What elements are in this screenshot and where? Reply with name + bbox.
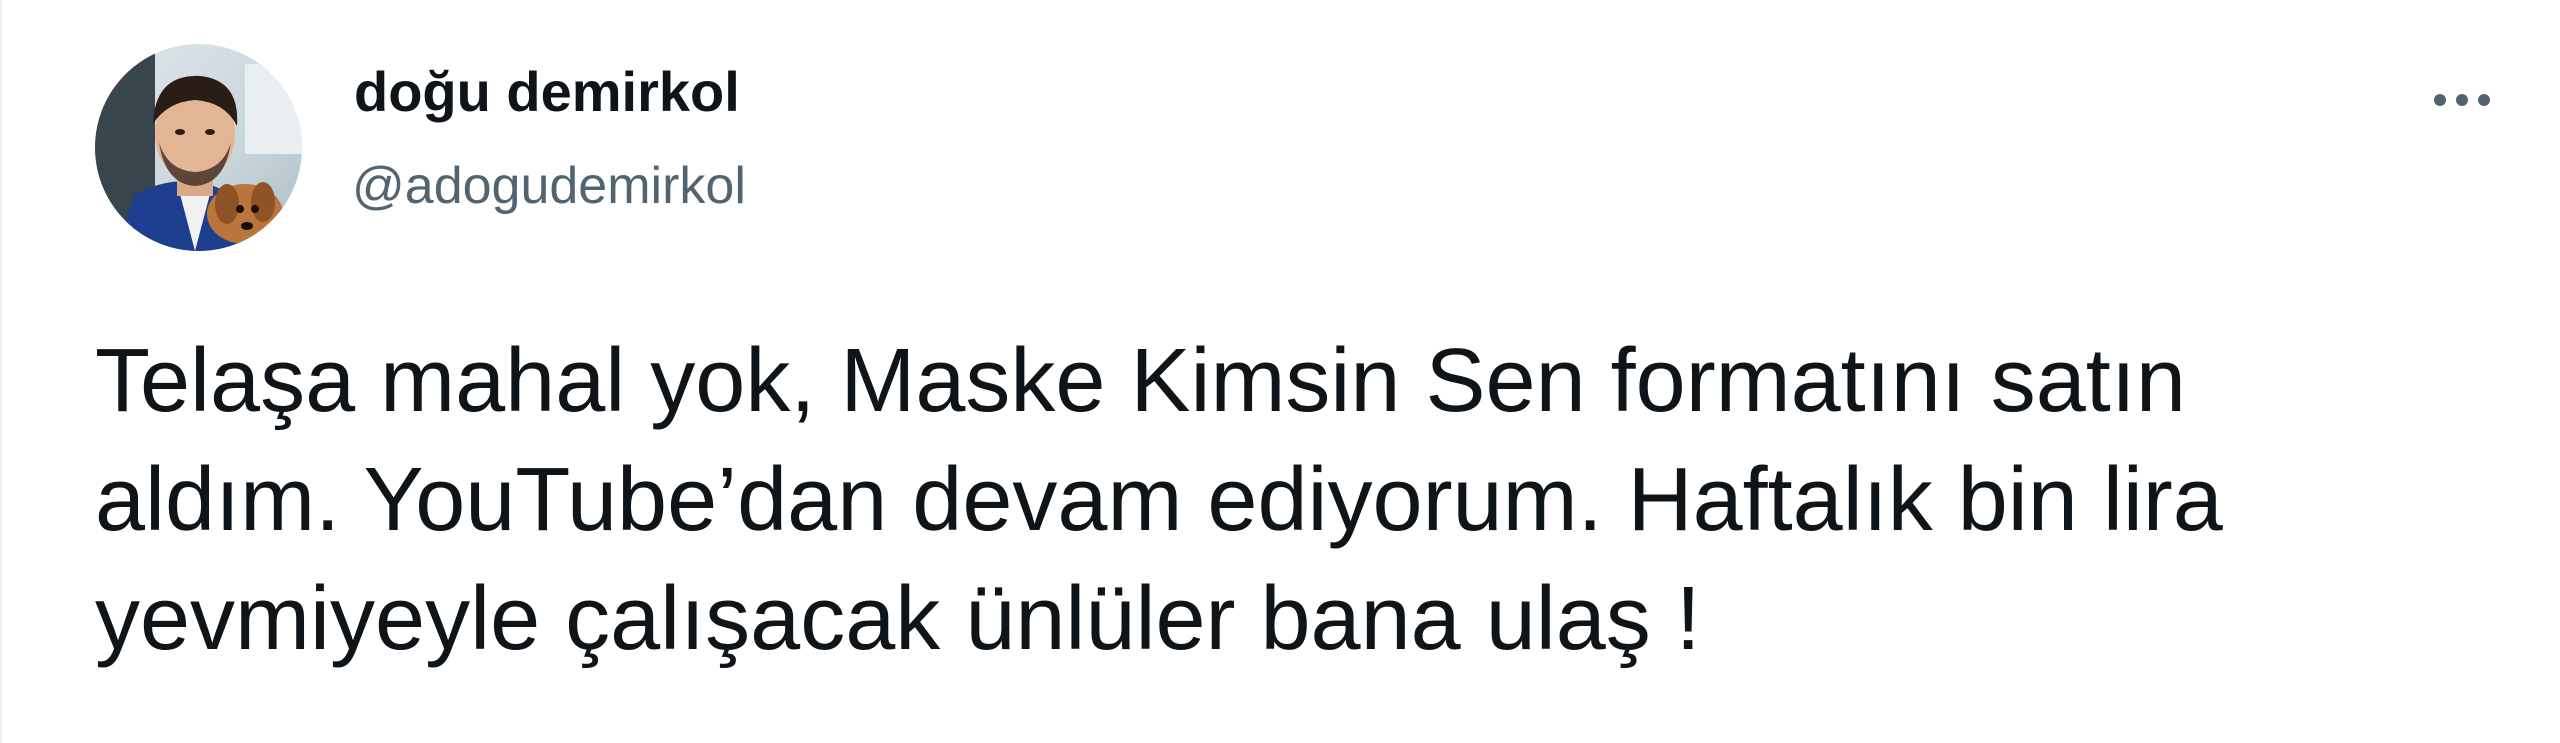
more-options-button[interactable] <box>2417 70 2507 130</box>
author-handle[interactable]: @adogudemirkol <box>352 160 746 212</box>
more-horizontal-icon <box>2434 94 2490 106</box>
author-display-name[interactable]: doğu demirkol <box>354 64 740 120</box>
avatar-image <box>95 44 302 251</box>
tweet-text: Telaşa mahal yok, Maske Kimsin Sen forma… <box>95 331 2223 669</box>
tweet-card: doğu demirkol @adogudemirkol Telaşa maha… <box>0 0 2560 743</box>
author-avatar[interactable] <box>95 44 302 251</box>
